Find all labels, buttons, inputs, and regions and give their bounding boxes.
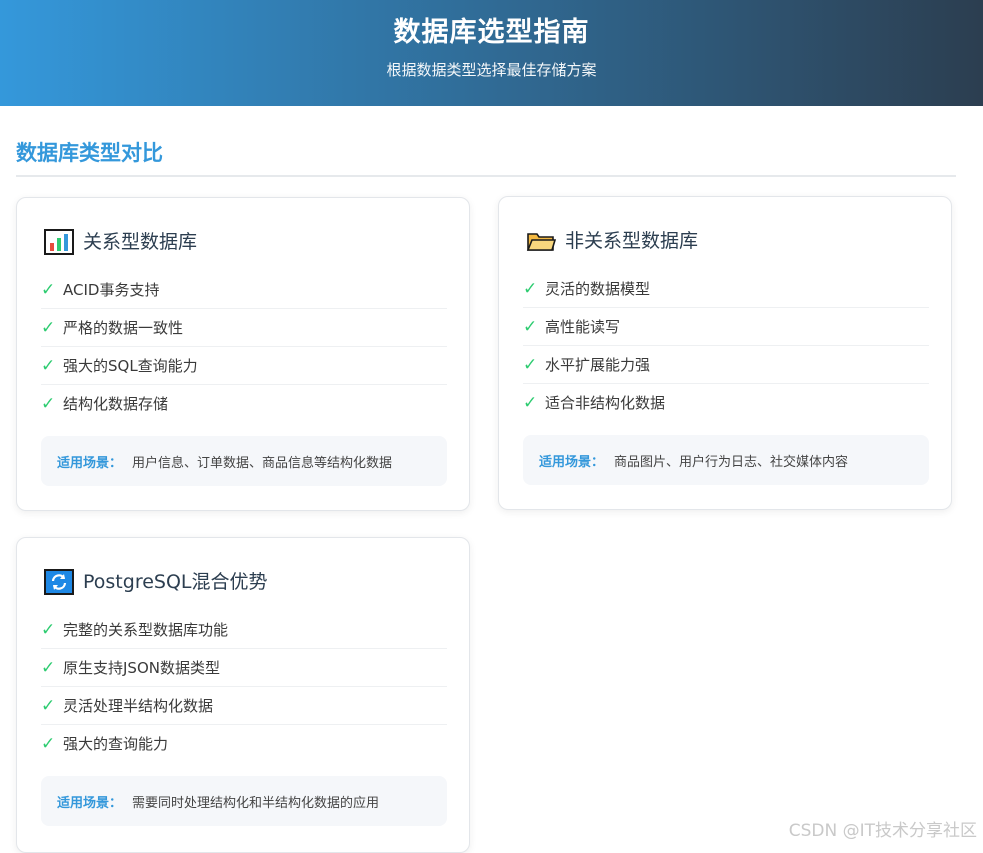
watermark: CSDN @IT技术分享社区 bbox=[788, 821, 977, 841]
feature-text: 完整的关系型数据库功能 bbox=[63, 621, 229, 639]
scenario-text: 商品图片、用户行为日志、社交媒体内容 bbox=[614, 454, 849, 470]
feature-text: 原生支持JSON数据类型 bbox=[63, 659, 220, 677]
feature-text: 高性能读写 bbox=[545, 318, 621, 336]
card-title: PostgreSQL混合优势 bbox=[44, 568, 268, 596]
page-subtitle: 根据数据类型选择最佳存储方案 bbox=[386, 61, 597, 79]
feature-text: 适合非结构化数据 bbox=[545, 394, 666, 412]
card-title: 关系型数据库 bbox=[44, 228, 197, 256]
feature-item: ✓ 结构化数据存储 bbox=[41, 385, 447, 422]
feature-list: ✓ 完整的关系型数据库功能 ✓ 原生支持JSON数据类型 ✓ 灵活处理半结构化数据 ✓… bbox=[41, 611, 447, 762]
feature-item: ✓ 水平扩展能力强 bbox=[523, 346, 929, 384]
feature-item: ✓ 高性能读写 bbox=[523, 308, 929, 346]
card-nonrelational: 非关系型数据库 ✓ 灵活的数据模型 ✓ 高性能读写 ✓ 水平扩展能力强 ✓ 适合非结构化… bbox=[498, 196, 952, 510]
feature-text: 灵活处理半结构化数据 bbox=[63, 697, 214, 715]
scenario-label: 适用场景： bbox=[57, 455, 123, 471]
feature-text: 强大的SQL查询能力 bbox=[63, 357, 198, 375]
check-icon: ✓ bbox=[41, 279, 56, 300]
feature-item: ✓ 强大的查询能力 bbox=[41, 725, 447, 762]
feature-list: ✓ ACID事务支持 ✓ 严格的数据一致性 ✓ 强大的SQL查询能力 ✓ 结构化数据存储 bbox=[41, 271, 447, 422]
check-icon: ✓ bbox=[41, 657, 56, 678]
scenario-label: 适用场景： bbox=[539, 454, 605, 470]
scenario-box: 适用场景： 需要同时处理结构化和半结构化数据的应用 bbox=[41, 776, 447, 826]
scenario-text: 用户信息、订单数据、商品信息等结构化数据 bbox=[132, 455, 393, 471]
check-icon: ✓ bbox=[41, 393, 56, 414]
feature-text: 结构化数据存储 bbox=[63, 395, 169, 413]
card-title: 非关系型数据库 bbox=[526, 227, 698, 255]
page-header: 数据库选型指南 根据数据类型选择最佳存储方案 bbox=[0, 0, 983, 106]
card-postgresql: PostgreSQL混合优势 ✓ 完整的关系型数据库功能 ✓ 原生支持JSON数据类… bbox=[16, 537, 470, 853]
section-title: 数据库类型对比 bbox=[16, 141, 163, 165]
scenario-box: 适用场景： 商品图片、用户行为日志、社交媒体内容 bbox=[523, 435, 929, 485]
feature-text: 严格的数据一致性 bbox=[63, 319, 184, 337]
scenario-label: 适用场景： bbox=[57, 795, 123, 811]
page-title: 数据库选型指南 bbox=[393, 17, 590, 48]
check-icon: ✓ bbox=[523, 392, 538, 413]
feature-item: ✓ 灵活的数据模型 bbox=[523, 270, 929, 308]
folder-icon bbox=[526, 228, 557, 254]
card-title-label: PostgreSQL混合优势 bbox=[83, 571, 268, 593]
section-divider bbox=[16, 175, 956, 177]
refresh-icon bbox=[44, 569, 74, 595]
feature-list: ✓ 灵活的数据模型 ✓ 高性能读写 ✓ 水平扩展能力强 ✓ 适合非结构化数据 bbox=[523, 270, 929, 421]
card-title-label: 非关系型数据库 bbox=[565, 230, 699, 252]
feature-text: 强大的查询能力 bbox=[63, 735, 169, 753]
feature-item: ✓ 灵活处理半结构化数据 bbox=[41, 687, 447, 725]
scenario-box: 适用场景： 用户信息、订单数据、商品信息等结构化数据 bbox=[41, 436, 447, 486]
check-icon: ✓ bbox=[41, 317, 56, 338]
check-icon: ✓ bbox=[41, 733, 56, 754]
check-icon: ✓ bbox=[523, 316, 538, 337]
feature-item: ✓ 强大的SQL查询能力 bbox=[41, 347, 447, 385]
check-icon: ✓ bbox=[41, 619, 56, 640]
feature-item: ✓ 完整的关系型数据库功能 bbox=[41, 611, 447, 649]
card-title-label: 关系型数据库 bbox=[83, 231, 198, 253]
feature-text: ACID事务支持 bbox=[63, 281, 160, 299]
card-relational: 关系型数据库 ✓ ACID事务支持 ✓ 严格的数据一致性 ✓ 强大的SQL查询能力 ✓… bbox=[16, 197, 470, 511]
check-icon: ✓ bbox=[523, 278, 538, 299]
feature-text: 灵活的数据模型 bbox=[545, 280, 651, 298]
feature-item: ✓ ACID事务支持 bbox=[41, 271, 447, 309]
check-icon: ✓ bbox=[41, 695, 56, 716]
feature-text: 水平扩展能力强 bbox=[545, 356, 651, 374]
feature-item: ✓ 适合非结构化数据 bbox=[523, 384, 929, 421]
check-icon: ✓ bbox=[41, 355, 56, 376]
check-icon: ✓ bbox=[523, 354, 538, 375]
feature-item: ✓ 原生支持JSON数据类型 bbox=[41, 649, 447, 687]
bar-chart-icon bbox=[44, 229, 74, 255]
feature-item: ✓ 严格的数据一致性 bbox=[41, 309, 447, 347]
scenario-text: 需要同时处理结构化和半结构化数据的应用 bbox=[132, 795, 380, 811]
